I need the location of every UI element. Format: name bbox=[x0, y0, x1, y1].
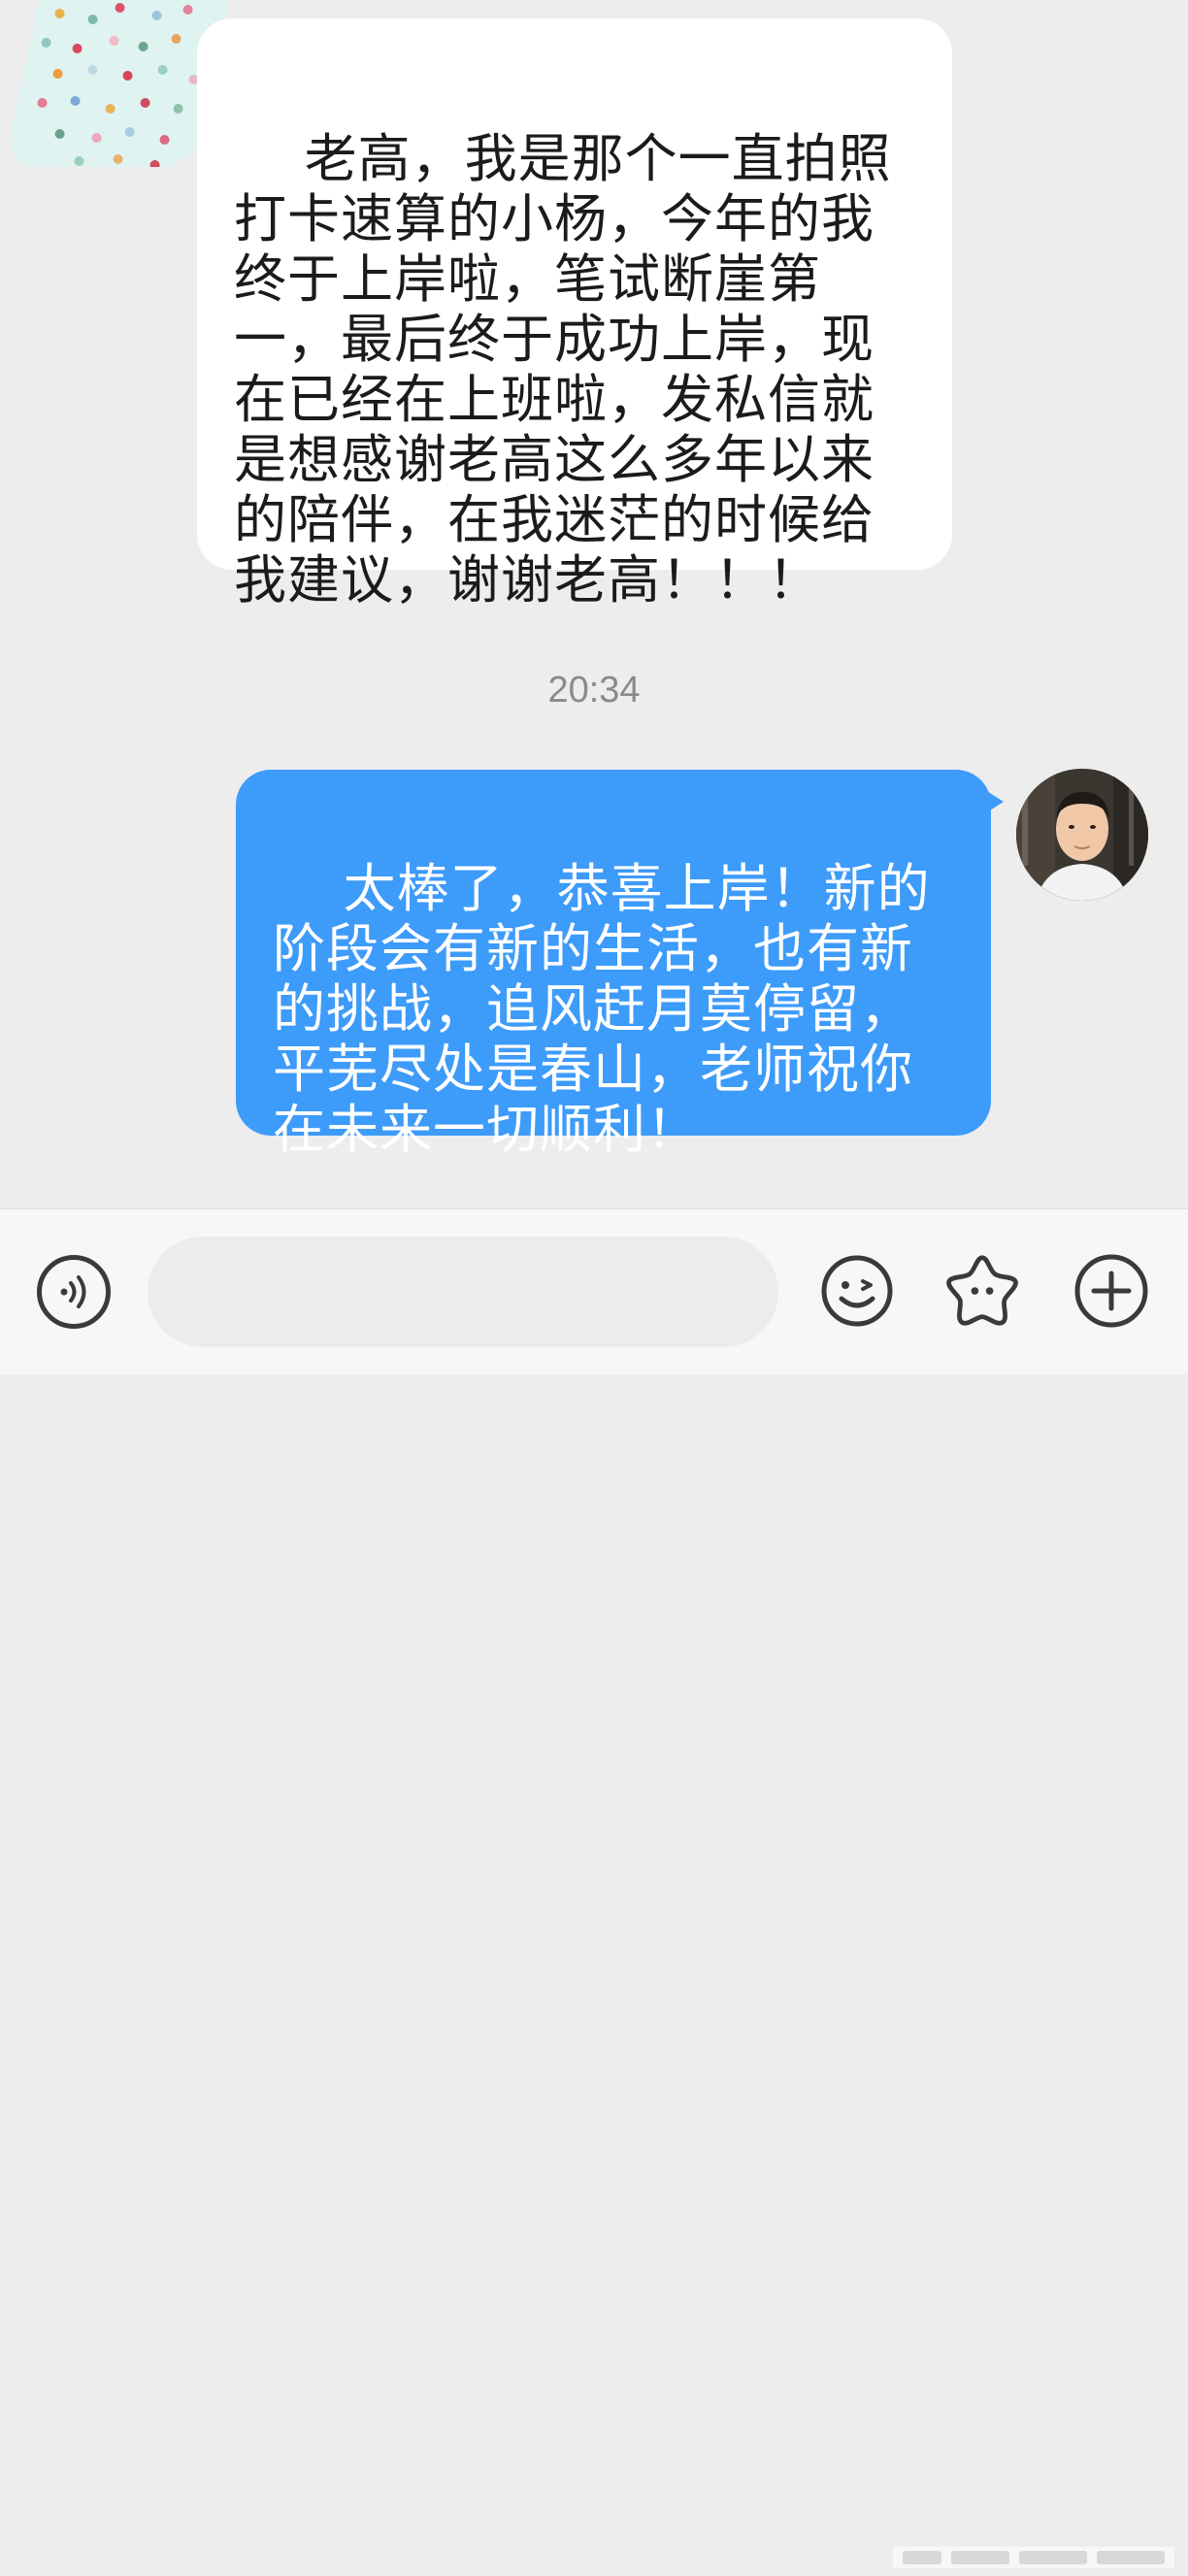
outgoing-bubble-tail bbox=[982, 788, 1004, 815]
incoming-message-bubble[interactable]: 老高，我是那个一直拍照打卡速算的小杨，今年的我终于上岸啦，笔试断崖第一，最后终于… bbox=[197, 18, 952, 611]
user-avatar-photo bbox=[1016, 769, 1148, 901]
voice-icon bbox=[60, 1275, 86, 1308]
user-avatar[interactable] bbox=[1016, 769, 1148, 901]
plus-button[interactable] bbox=[1072, 1252, 1150, 1330]
emoji-button[interactable] bbox=[818, 1252, 896, 1330]
sticker-icon bbox=[946, 1255, 1018, 1326]
input-bar bbox=[0, 1208, 1188, 2568]
message-timestamp: 20:34 bbox=[547, 670, 641, 710]
message-input[interactable] bbox=[148, 1237, 778, 1347]
watermark-image bbox=[893, 2547, 1174, 2568]
voice-button[interactable] bbox=[37, 1255, 111, 1329]
emoji-icon bbox=[821, 1255, 893, 1327]
sticker-button[interactable] bbox=[943, 1252, 1021, 1330]
outgoing-message-text: 太棒了，恭喜上岸！新的阶段会有新的生活，也有新的挑战，追风赶月莫停留，平芜尽处是… bbox=[273, 858, 931, 1160]
polka-dot-avatar-image bbox=[20, 0, 215, 167]
incoming-message-text: 老高，我是那个一直拍照打卡速算的小杨，今年的我终于上岸啦，笔试断崖第一，最后终于… bbox=[234, 128, 892, 611]
outgoing-message-bubble[interactable]: 太棒了，恭喜上岸！新的阶段会有新的生活，也有新的挑战，追风赶月莫停留，平芜尽处是… bbox=[236, 770, 991, 1160]
chat-area[interactable]: 老高，我是那个一直拍照打卡速算的小杨，今年的我终于上岸啦，笔试断崖第一，最后终于… bbox=[0, 0, 1188, 1208]
plus-icon bbox=[1074, 1254, 1148, 1328]
contact-avatar[interactable] bbox=[3, 0, 230, 167]
